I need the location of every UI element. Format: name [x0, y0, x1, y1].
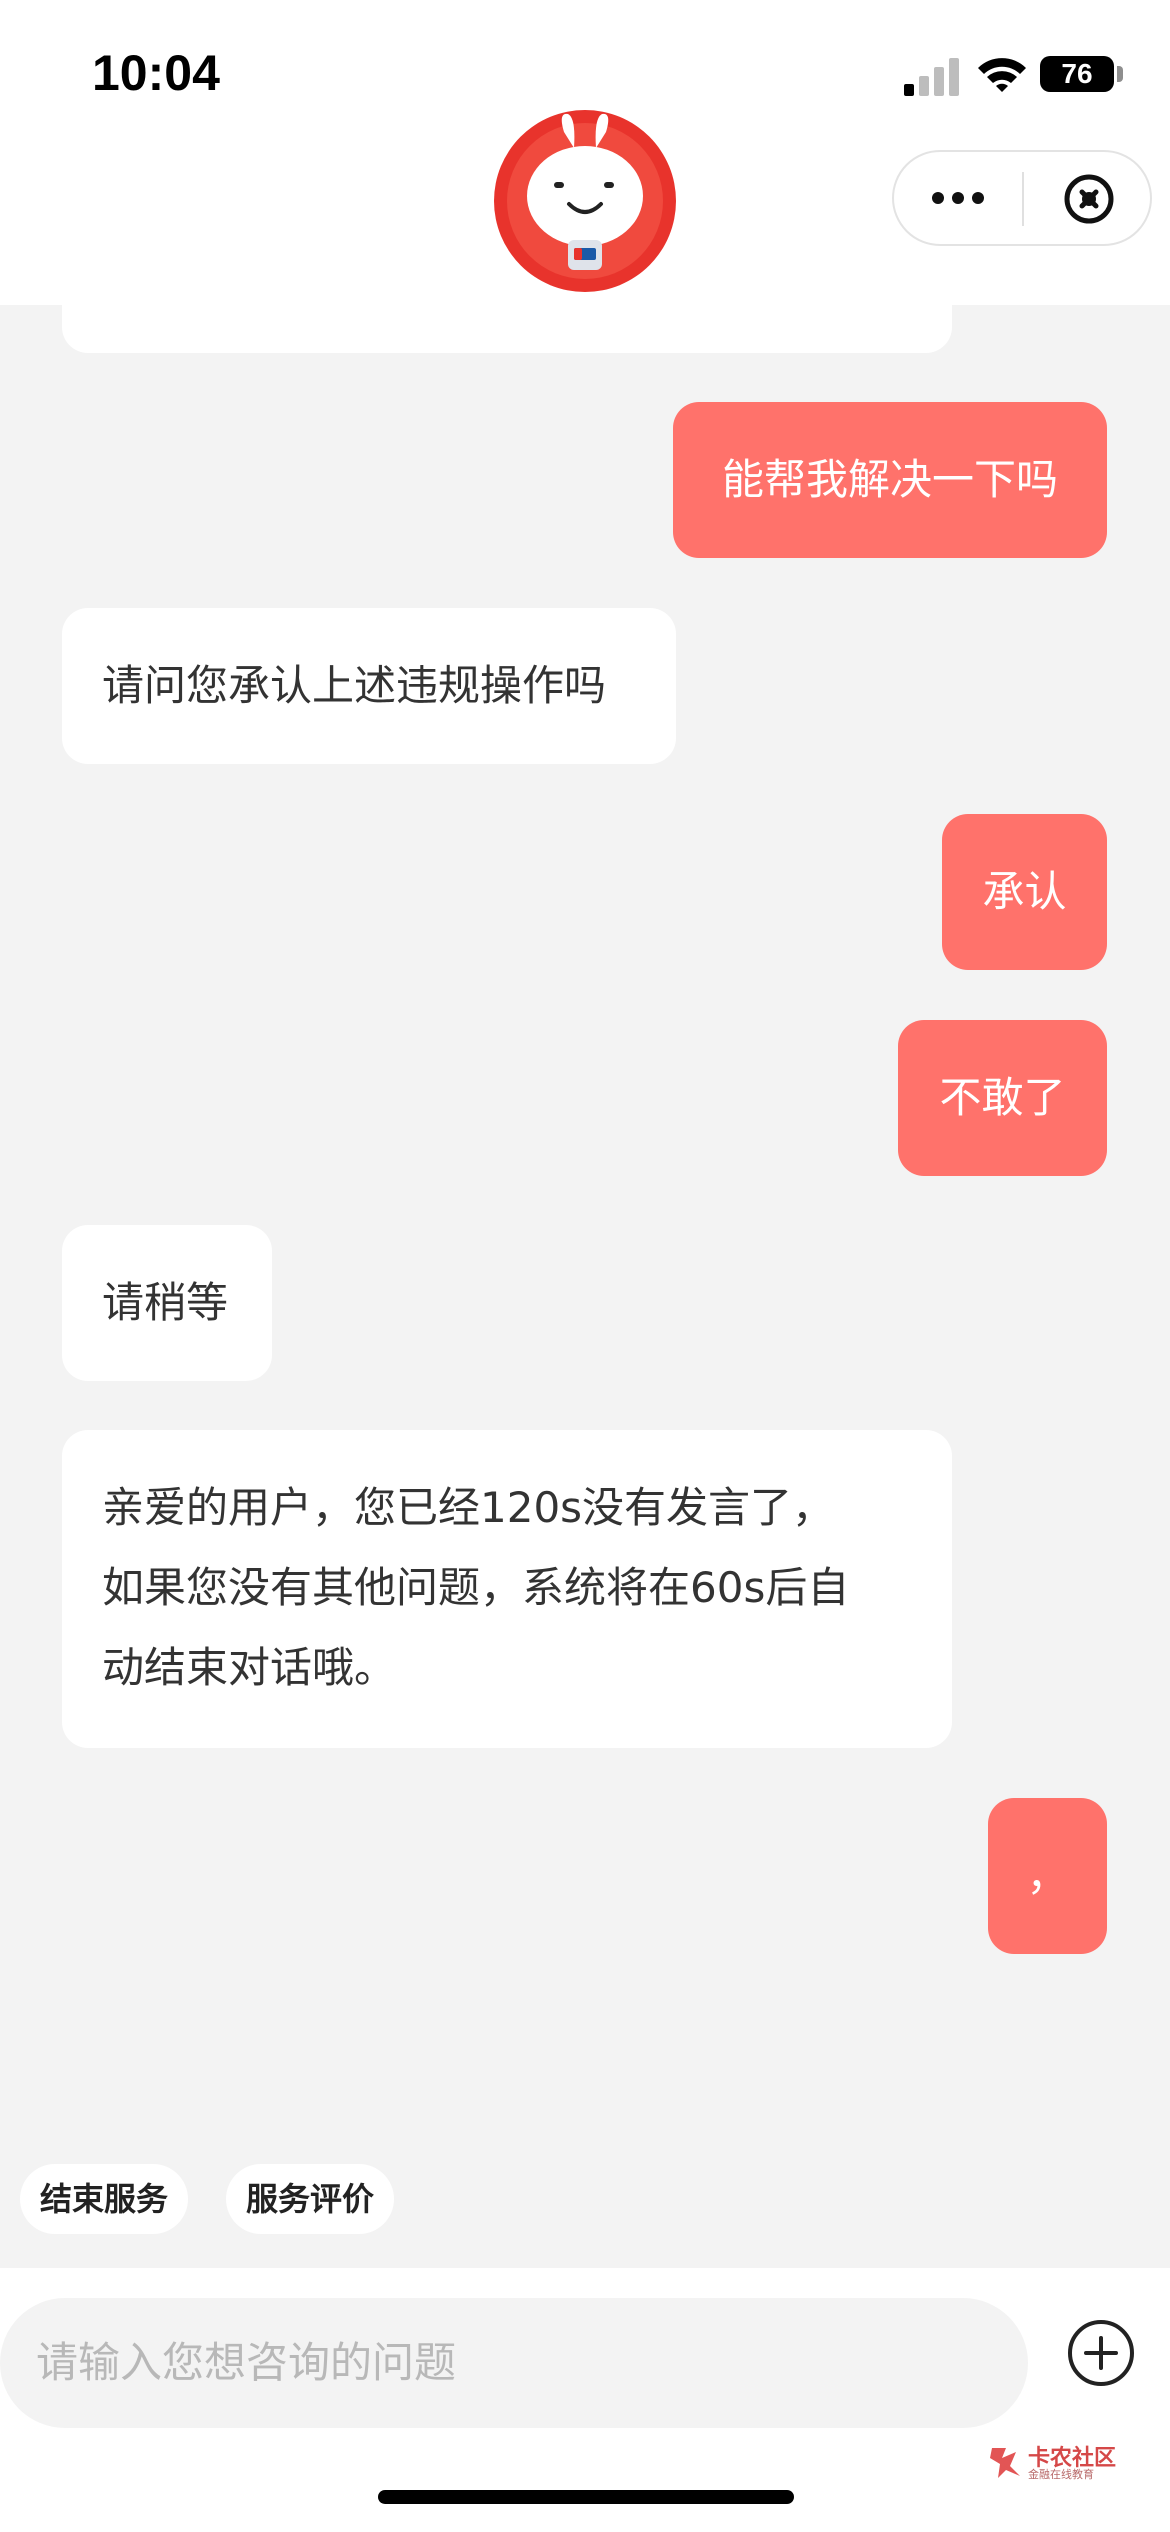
end-service-button[interactable]: 结束服务: [20, 2164, 189, 2234]
wifi-icon: [978, 58, 1026, 92]
cellular-signal-icon: [904, 58, 959, 96]
agent-message-timeout: 亲爱的用户，您已经120s没有发言了， 如果您没有其他问题，系统将在60s后自 …: [62, 1430, 952, 1748]
rabbit-mascot-icon: [494, 110, 676, 292]
more-dots-icon[interactable]: [894, 152, 1022, 244]
message-line: 动结束对话哦。: [102, 1643, 397, 1692]
capsule-divider: [1022, 172, 1024, 226]
watermark: 卡农社区 金融在线教育: [988, 2440, 1128, 2484]
user-message: ，: [988, 1798, 1107, 1954]
agent-message: 请稍等: [62, 1225, 272, 1381]
mini-program-capsule: [892, 150, 1152, 246]
status-time: 10:04: [92, 45, 220, 101]
message-input[interactable]: 请输入您想咨询的问题: [0, 2298, 1028, 2428]
close-circle-icon[interactable]: [1062, 172, 1116, 226]
agent-message: 请问您承认上述违规操作吗: [62, 608, 676, 764]
message-line: 如果您没有其他问题，系统将在60s后自: [102, 1563, 850, 1612]
plus-icon[interactable]: [1066, 2318, 1136, 2388]
watermark-logo-icon: [990, 2448, 1020, 2478]
user-message: 不敢了: [898, 1020, 1107, 1176]
user-message: 能帮我解决一下吗: [673, 402, 1107, 558]
battery-tip: [1117, 66, 1123, 82]
user-message: 承认: [942, 814, 1107, 970]
home-indicator: [378, 2490, 794, 2504]
battery-indicator: 76: [1040, 56, 1114, 92]
watermark-subtitle: 金融在线教育: [1028, 2468, 1094, 2481]
rate-service-button[interactable]: 服务评价: [226, 2164, 395, 2234]
previous-message-bubble: [62, 305, 952, 353]
message-line: 亲爱的用户，您已经120s没有发言了，: [102, 1483, 835, 1532]
chat-header: [0, 110, 1170, 305]
